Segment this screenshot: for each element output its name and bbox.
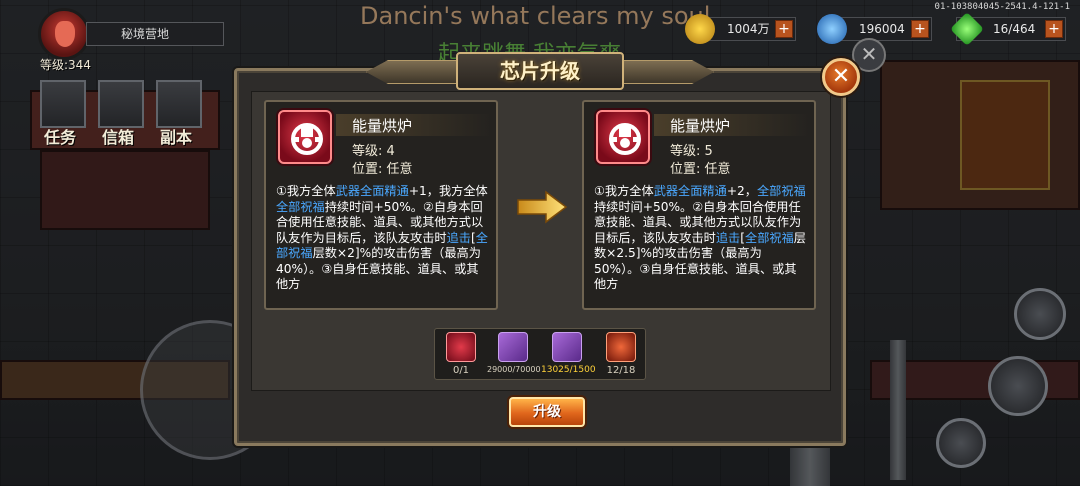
chip-position: 位置: 任意 [352,162,413,177]
chip-material-icon [446,332,476,362]
keyword-link[interactable]: 全部祝福 [745,231,794,245]
climb-button[interactable] [988,356,1048,416]
next-chip-panel: 能量烘炉 等级: 5 位置: 任意 ①我方全体武器全面精通+2，全部祝福持续时间… [582,100,816,310]
cost-item[interactable]: 12/18 [595,332,647,376]
description-text: 持续时间+50%。 [594,199,693,214]
description-text: 持续时间+50%。 [324,199,423,214]
upgrade-cost-panel: 0/1 29000/70000 13025/1500 12/18 [434,328,646,380]
gem-resource: 196004 + [817,14,932,44]
green-crystal-icon [950,12,984,46]
dungeon-button[interactable] [156,80,202,128]
gold-resource: 1004万 + [685,14,796,44]
gem-value: 196004 [859,22,905,36]
keyword-link[interactable]: 武器全面精通 [336,184,409,198]
description-text: +2， [726,184,757,198]
build-id: 01-103804045-2541.4-121-1 [934,2,1070,12]
gold-value: 1004万 [727,22,770,36]
keyword-link[interactable]: 追击 [447,231,471,245]
current-chip-panel: 能量烘炉 等级: 4 位置: 任意 ①我方全体武器全面精通+1，我方全体全部祝福… [264,100,498,310]
cost-item[interactable]: 0/1 [435,332,487,376]
purple-book-icon [498,332,528,362]
task-button[interactable] [40,80,86,128]
list-button[interactable] [936,418,986,468]
dialog-title-plate: 芯片升级 [366,52,714,90]
add-gem-button[interactable]: + [911,20,929,38]
keyword-link[interactable]: 全部祝福 [276,200,325,214]
add-gold-button[interactable]: + [775,20,793,38]
blue-gem-icon [817,14,847,44]
description-text: ①我方全体 [276,184,336,198]
energy-resource: 16/464 + [950,12,1066,46]
chip-position: 位置: 任意 [670,162,731,177]
chip-description[interactable]: ①我方全体武器全面精通+1，我方全体全部祝福持续时间+50%。②自身本回合使用任… [276,184,488,300]
description-text: ①我方全体 [594,184,654,198]
cost-quantity: 12/18 [606,365,636,376]
chip-level: 等级: 4 [352,144,395,159]
close-button[interactable]: ✕ [822,58,860,96]
energy-value: 16/464 [993,22,1036,36]
cost-quantity: 29000/70000 [487,365,541,374]
chip-name: 能量烘炉 [352,117,413,135]
player-avatar[interactable] [38,8,90,60]
furnace-emblem-icon [609,123,641,155]
mailbox-button[interactable] [98,80,144,128]
description-text: +1，我方全体 [408,184,488,198]
location-name: 秘境营地 [86,22,224,46]
red-core-icon [606,332,636,362]
furnace-emblem-icon [291,123,323,155]
purple-anvil-icon [552,332,582,362]
keyword-link[interactable]: 追击 [716,231,740,245]
chip-name: 能量烘炉 [670,117,731,135]
gold-coin-icon [685,14,715,44]
cost-item[interactable]: 13025/1500 [541,332,596,375]
upgrade-arrow-icon [517,190,568,224]
chip-level: 等级: 5 [670,144,713,159]
dungeon-label: 副本 [160,128,193,147]
cost-quantity: 13025/1500 [541,365,596,375]
keyword-link[interactable]: 武器全面精通 [654,184,727,198]
chip-description[interactable]: ①我方全体武器全面精通+2，全部祝福持续时间+50%。②自身本回合使用任意技能、… [594,184,806,300]
cost-quantity: 0/1 [452,365,470,376]
chip-icon [278,110,332,164]
upgrade-button[interactable]: 升级 [509,397,585,427]
lyric-english: Dancin's what clears my soul [360,2,711,30]
task-label: 任务 [44,128,77,147]
mailbox-label: 信箱 [102,128,135,147]
skill-button[interactable] [1014,288,1066,340]
player-level: 等级:344 [40,58,91,72]
chip-icon [596,110,650,164]
cost-item[interactable]: 29000/70000 [487,332,541,374]
dialog-title: 芯片升级 [456,52,624,90]
keyword-link[interactable]: 全部祝福 [757,184,806,198]
add-energy-button[interactable]: + [1045,20,1063,38]
